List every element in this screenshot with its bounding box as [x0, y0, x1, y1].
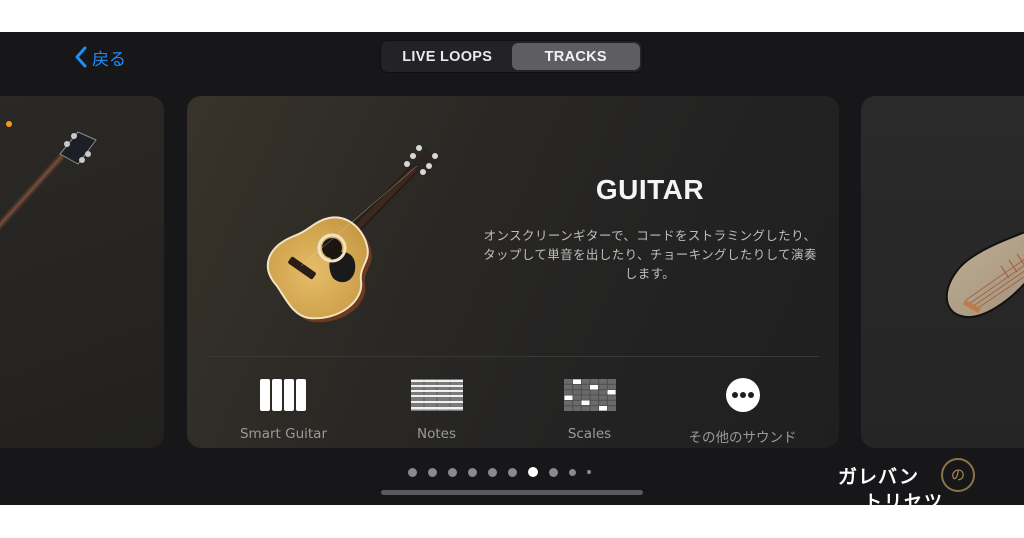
more-icon: [725, 374, 761, 416]
page-dot[interactable]: [569, 468, 576, 476]
guitar-mode-list: Smart Guitar Notes Scales その他のサウンド: [207, 366, 819, 448]
view-switcher: LIVE LOOPS TRACKS: [380, 40, 643, 73]
page-dot[interactable]: [508, 467, 517, 477]
page-dot[interactable]: [587, 470, 591, 474]
divider: [207, 356, 819, 357]
tab-tracks[interactable]: TRACKS: [511, 43, 640, 70]
smart-guitar-icon: [259, 374, 309, 416]
instrument-card-guitar[interactable]: GUITAR オンスクリーンギターで、コードをストラミングしたり、タップして単音…: [187, 96, 839, 448]
chevron-left-icon: [75, 46, 87, 68]
page-dot[interactable]: [408, 467, 417, 477]
page-dot[interactable]: [428, 467, 437, 477]
tab-live-loops[interactable]: LIVE LOOPS: [383, 43, 512, 70]
instrument-card-next[interactable]: [861, 96, 1024, 448]
mode-label: その他のサウンド: [688, 430, 797, 446]
mode-smart-guitar[interactable]: Smart Guitar: [207, 366, 360, 448]
mode-label: Notes: [417, 426, 456, 442]
watermark-logo: ガレバン トリセツ の: [838, 458, 978, 505]
mode-more-sounds[interactable]: その他のサウンド: [666, 366, 819, 448]
mode-label: Smart Guitar: [239, 426, 327, 442]
instrument-title: GUITAR: [595, 174, 705, 205]
back-label: 戻る: [92, 49, 126, 70]
page-dot[interactable]: [488, 467, 497, 477]
scales-icon: [563, 374, 616, 416]
logo-text-top: ガレバン: [838, 466, 919, 488]
page-dot[interactable]: [448, 467, 457, 477]
pipa-icon: [945, 231, 1024, 319]
app-window: 戻る LIVE LOOPS TRACKS GUITAR オンスクリーンギターで、…: [0, 32, 1024, 505]
mode-notes[interactable]: Notes: [360, 366, 513, 448]
speech-bubble-icon: の: [941, 458, 975, 492]
back-button[interactable]: 戻る: [74, 44, 126, 70]
mode-scales[interactable]: Scales: [513, 366, 666, 448]
instrument-card-previous[interactable]: [0, 96, 164, 448]
bass-guitar-icon: [0, 131, 97, 231]
page-indicator: [408, 466, 591, 478]
acoustic-guitar-icon: [266, 145, 439, 323]
page-dot-active[interactable]: [528, 467, 538, 477]
page-dot[interactable]: [468, 467, 477, 477]
home-indicator-bar[interactable]: [381, 490, 643, 495]
instrument-description: オンスクリーンギターで、コードをストラミングしたり、タップして単音を出したり、チ…: [483, 228, 817, 281]
page-dot[interactable]: [549, 467, 558, 477]
logo-bubble-text: の: [951, 468, 965, 484]
logo-text-bottom: トリセツ: [864, 492, 944, 505]
notes-icon: [410, 374, 463, 416]
mode-label: Scales: [567, 426, 612, 442]
